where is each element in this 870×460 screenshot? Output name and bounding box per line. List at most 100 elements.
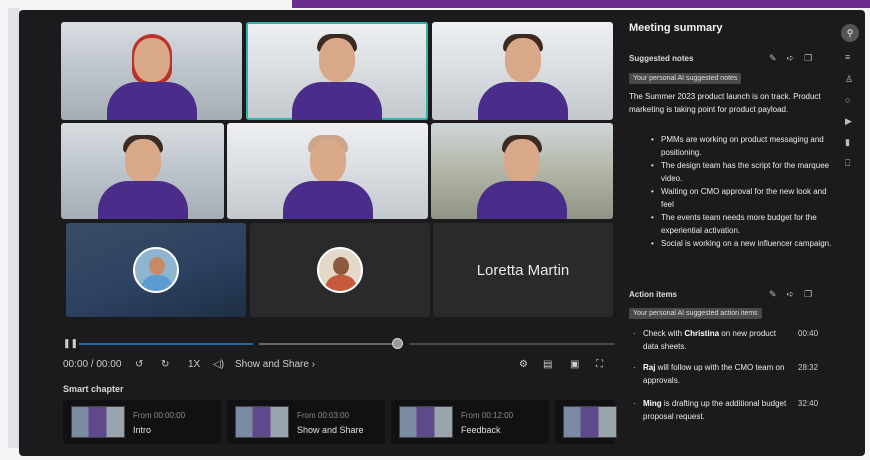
video-tile-4[interactable] xyxy=(61,123,224,219)
action-item-time[interactable]: 32:40 xyxy=(798,397,818,410)
chapter-thumbnail xyxy=(71,406,125,438)
media-icon[interactable]: ▶ xyxy=(845,116,852,127)
edit-icon[interactable]: ✎ xyxy=(769,53,787,63)
copy-icon[interactable]: ❐ xyxy=(804,53,822,63)
chapter-thumbnail xyxy=(563,406,617,438)
participant-video xyxy=(97,123,188,219)
chapter-thumbnail xyxy=(399,406,453,438)
participant-avatar xyxy=(133,247,179,293)
rewind-icon[interactable]: ↺ xyxy=(135,359,143,370)
action-item[interactable]: · Ming is drafting up the additional bud… xyxy=(633,397,829,423)
action-item-time[interactable]: 28:32 xyxy=(798,361,818,374)
timeline-scrubber[interactable] xyxy=(392,338,403,349)
share-icon[interactable]: ➪ xyxy=(787,289,805,299)
chevron-right-icon: › xyxy=(311,359,316,370)
action-text-post: will follow up with the CMO team on appr… xyxy=(643,363,785,385)
summary-intro-text: The Summer 2023 product launch is on tra… xyxy=(629,92,821,114)
action-item-text: Raj will follow up with the CMO team on … xyxy=(643,361,793,387)
brand-band xyxy=(292,0,870,8)
bookmark-icon[interactable]: ⎕ xyxy=(845,158,850,169)
edit-icon[interactable]: ✎ xyxy=(769,289,787,299)
action-item-text: Check with Christina on new product data… xyxy=(643,327,793,353)
action-text-pre: Check with xyxy=(643,329,685,338)
volume-icon[interactable]: ◁) xyxy=(213,359,224,370)
analytics-icon[interactable]: ▮ xyxy=(845,137,850,148)
participant-name: Loretta Martin xyxy=(476,261,570,279)
chapter-from: From 00:03:00 xyxy=(297,411,350,420)
speed-button[interactable]: 1X xyxy=(188,359,200,370)
action-assignee: Christina xyxy=(684,329,720,338)
summary-bullets: PMMs are working on product messaging an… xyxy=(651,133,833,250)
share-icon[interactable]: ➪ xyxy=(787,53,805,63)
pip-icon[interactable]: ▣ xyxy=(570,359,579,370)
video-tile-avatar-2[interactable] xyxy=(250,223,430,317)
summary-bullet: PMMs are working on product messaging an… xyxy=(651,133,833,159)
action-assignee: Ming xyxy=(643,399,662,408)
playback-controls: 00:00 / 00:00 ↺ ↻ 1X ◁) Show and Share ›… xyxy=(63,358,615,374)
settings-icon[interactable]: ⚙ xyxy=(519,359,528,370)
bullet-dot: · xyxy=(633,363,636,372)
fullscreen-icon[interactable]: ⛶ xyxy=(596,359,603,370)
timeline-buffered xyxy=(259,343,401,345)
summary-bullet: The design team has the script for the m… xyxy=(651,159,833,185)
ai-assistant-icon[interactable]: ⚲ xyxy=(841,24,859,42)
chapter-title: Feedback xyxy=(461,425,501,435)
chapter-card-intro[interactable]: From 00:00:00 Intro xyxy=(63,400,221,444)
participant-video xyxy=(282,123,373,219)
playback-timeline[interactable]: ❚❚ xyxy=(63,338,615,350)
action-assignee: Raj xyxy=(643,363,656,372)
chapter-card-feedback[interactable]: From 00:12:00 Feedback xyxy=(391,400,549,444)
chapter-title: Show and Share xyxy=(297,425,364,435)
chapter-card-show-and-share[interactable]: From 00:03:00 Show and Share xyxy=(227,400,385,444)
action-item-time[interactable]: 00:40 xyxy=(798,327,818,340)
smart-chapter-title: Smart chapter xyxy=(63,384,124,394)
show-and-share-button[interactable]: Show and Share › xyxy=(235,359,315,370)
action-items-title: Action items xyxy=(629,290,678,299)
participant-video xyxy=(477,22,568,120)
copy-icon[interactable]: ❐ xyxy=(804,289,822,299)
participant-video xyxy=(477,123,567,219)
action-items-actions: ✎➪❐ xyxy=(769,289,822,300)
participant-avatar xyxy=(317,247,363,293)
action-text-post: is drafting up the additional budget pro… xyxy=(643,399,787,421)
actions-ai-chip: Your personal AI suggested action items xyxy=(629,308,762,319)
pause-icon[interactable]: ❚❚ xyxy=(63,338,78,349)
summary-bullet: The events team needs more budget for th… xyxy=(651,211,833,237)
summary-title: Meeting summary xyxy=(629,22,723,34)
notes-actions: ✎➪❐ xyxy=(769,53,822,64)
meeting-recording-window: Loretta Martin ❚❚ 00:00 / 00:00 ↺ ↻ 1X ◁… xyxy=(19,10,865,456)
chapter-from: From 00:00:00 xyxy=(133,411,186,420)
action-item[interactable]: · Raj will follow up with the CMO team o… xyxy=(633,361,829,387)
video-tile-5[interactable] xyxy=(227,123,428,219)
bullet-dot: · xyxy=(633,329,636,338)
video-tile-3[interactable] xyxy=(432,22,613,120)
participants-icon[interactable]: ♙ xyxy=(845,74,853,85)
video-tile-name-only[interactable]: Loretta Martin xyxy=(433,223,613,317)
right-rail: ⚲ ≡ ♙ ○ ▶ ▮ ⎕ xyxy=(841,20,861,230)
action-item-text: Ming is drafting up the additional budge… xyxy=(643,397,793,423)
show-and-share-label: Show and Share xyxy=(235,359,309,370)
video-tile-avatar-1[interactable] xyxy=(66,223,246,317)
captions-icon[interactable]: ▤ xyxy=(543,359,552,370)
notes-ai-chip: Your personal AI suggested notes xyxy=(629,73,742,84)
forward-icon[interactable]: ↻ xyxy=(161,359,169,370)
bullet-dot: · xyxy=(633,399,636,408)
timeline-played xyxy=(79,343,253,345)
meeting-summary-panel: Meeting summary Suggested notes ✎➪❐ Your… xyxy=(629,20,834,445)
chapter-title: Intro xyxy=(133,425,152,435)
video-tile-6[interactable] xyxy=(431,123,613,219)
summary-bullet: Waiting on CMO approval for the new look… xyxy=(651,185,833,211)
participant-video xyxy=(292,22,382,120)
timeline-remaining xyxy=(409,343,615,345)
chapter-from: From 00:12:00 xyxy=(461,411,514,420)
chapter-card-partial[interactable] xyxy=(555,400,617,444)
video-tile-active-speaker[interactable] xyxy=(246,22,428,120)
chat-icon[interactable]: ○ xyxy=(845,95,850,105)
notes-icon[interactable]: ≡ xyxy=(845,52,850,62)
action-item[interactable]: · Check with Christina on new product da… xyxy=(633,327,829,353)
summary-bullet: Social is working on a new influencer ca… xyxy=(651,237,833,250)
chapter-thumbnail xyxy=(235,406,289,438)
suggested-notes-title: Suggested notes xyxy=(629,54,694,63)
video-tile-1[interactable] xyxy=(61,22,242,120)
playback-time: 00:00 / 00:00 xyxy=(63,359,122,370)
